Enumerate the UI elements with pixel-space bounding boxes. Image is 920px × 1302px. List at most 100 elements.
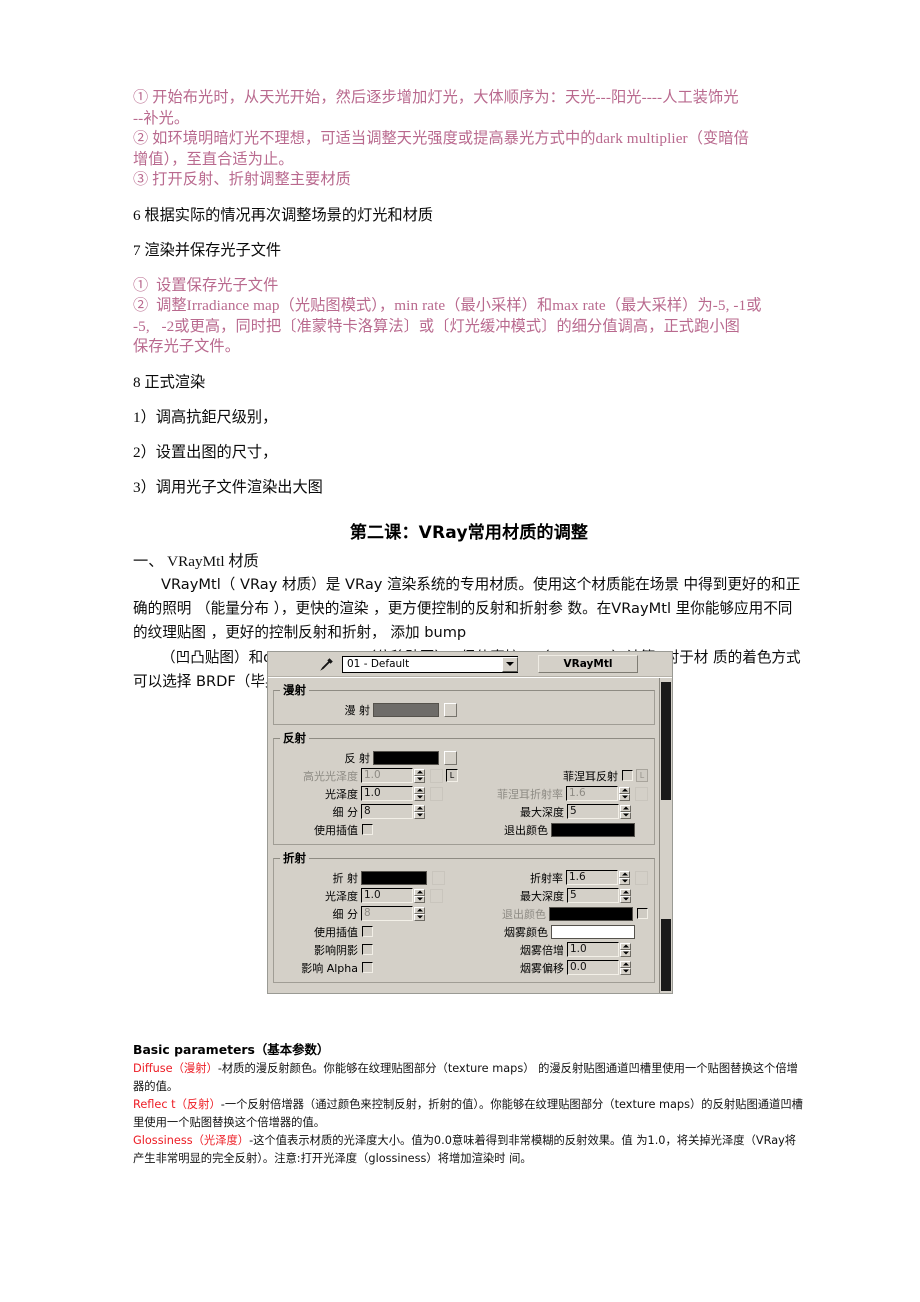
chevron-down-icon[interactable] <box>502 656 518 672</box>
scrollbar-thumb-lower[interactable] <box>661 919 671 991</box>
fog-bias-spinner[interactable]: 0.0 <box>567 960 631 975</box>
photon-note-2: ② 调整Irradiance map（光贴图模式），min rate（最小采样）… <box>133 297 762 355</box>
refract-exit-color-swatch[interactable] <box>549 906 633 921</box>
step-8: 8 正式渲染 <box>133 373 206 391</box>
fog-mult-value[interactable]: 1.0 <box>567 942 619 957</box>
reflect-color-swatch[interactable] <box>373 750 439 765</box>
refract-ior-spinner[interactable]: 1.6 <box>566 870 630 885</box>
refract-subdivs-spinner[interactable]: 8 <box>361 906 425 921</box>
material-name-value: 01 - Default <box>347 658 410 670</box>
affect-shadow-row: 影响阴影 烟雾倍增 1.0 <box>280 941 648 958</box>
vraymtl-dialog: 01 - Default VRayMtl 漫射 漫 射 反射 反 射 高光光泽度… <box>268 652 672 993</box>
fog-mult-label: 烟雾倍增 <box>520 943 564 957</box>
refract-ior-arrows[interactable] <box>619 870 630 885</box>
render-step-1: 1）调高抗鉅尺级别， <box>133 408 278 426</box>
reflect-gloss-spinner[interactable]: 1.0 <box>361 786 425 801</box>
fog-bias-arrows[interactable] <box>620 960 631 975</box>
refract-ior-value[interactable]: 1.6 <box>566 870 618 885</box>
material-toolbar: 01 - Default VRayMtl <box>268 652 672 677</box>
params-scrollbar[interactable] <box>659 678 672 993</box>
refract-maxdepth-arrows[interactable] <box>620 888 631 903</box>
reflect-interp-label: 使用插值 <box>314 823 358 837</box>
reflect-maxdepth-value[interactable]: 5 <box>567 804 619 819</box>
reflect-interp-checkbox[interactable] <box>362 824 373 835</box>
reflect-subdivs-value[interactable]: 8 <box>361 804 413 819</box>
refract-subdivs-value[interactable]: 8 <box>361 906 413 921</box>
fog-mult-arrows[interactable] <box>620 942 631 957</box>
reflect-gloss-map-button[interactable] <box>430 786 443 801</box>
top-note-1: ① 开始布光时，从天光开始，然后逐步增加灯光，大体顺序为：天光---阳光----… <box>133 89 739 127</box>
fog-bias-label: 烟雾偏移 <box>520 961 564 975</box>
refract-color-row: 折 射 折射率 1.6 <box>280 869 648 886</box>
top-note-3: ③ 打开反射、折射调整主要材质 <box>133 171 351 188</box>
hilight-gloss-spinner[interactable]: 1.0 <box>361 768 425 783</box>
refract-exit-color-checkbox[interactable] <box>637 908 648 919</box>
hilight-gloss-value[interactable]: 1.0 <box>361 768 413 783</box>
diffuse-group: 漫射 漫 射 <box>273 682 655 725</box>
diffuse-map-button[interactable] <box>444 702 457 717</box>
photon-note-1: ① 设置保存光子文件 <box>133 276 279 294</box>
diffuse-color-swatch[interactable] <box>373 702 439 717</box>
fresnel-checkbox[interactable] <box>622 770 633 781</box>
reflect-maxdepth-arrows[interactable] <box>620 804 631 819</box>
fog-bias-value[interactable]: 0.0 <box>567 960 619 975</box>
reflect-map-button[interactable] <box>444 750 457 765</box>
hilight-gloss-lock-toggle[interactable]: L <box>446 769 458 782</box>
document-body: ① 开始布光时，从天光开始，然后逐步增加灯光，大体顺序为：天光---阳光----… <box>133 88 805 694</box>
reflect-label: 反 射 <box>344 751 371 765</box>
refract-interp-checkbox[interactable] <box>362 926 373 937</box>
fog-mult-spinner[interactable]: 1.0 <box>567 942 631 957</box>
reflect-subdivs-arrows[interactable] <box>414 804 425 819</box>
reflect-exit-color-swatch[interactable] <box>551 822 635 837</box>
hilight-gloss-arrows[interactable] <box>414 768 425 783</box>
hilight-gloss-map-button[interactable] <box>430 768 443 783</box>
refract-gloss-map-button[interactable] <box>430 888 443 903</box>
refract-gloss-arrows[interactable] <box>414 888 425 903</box>
refract-label: 折 射 <box>332 871 359 885</box>
diffuse-group-legend: 漫射 <box>283 683 306 697</box>
reflect-gloss-value[interactable]: 1.0 <box>361 786 413 801</box>
refract-map-button[interactable] <box>432 870 445 885</box>
refract-gloss-spinner[interactable]: 1.0 <box>361 888 425 903</box>
diffuse-label: 漫 射 <box>344 703 371 717</box>
step-7: 7 渲染并保存光子文件 <box>133 241 282 259</box>
reflect-group-legend: 反射 <box>283 731 306 745</box>
refract-subdivs-arrows[interactable] <box>414 906 425 921</box>
fresnel-ior-spinner[interactable]: 1.6 <box>566 786 630 801</box>
affect-alpha-label: 影响 Alpha <box>301 961 358 975</box>
affect-shadow-checkbox[interactable] <box>362 944 373 955</box>
refract-maxdepth-spinner[interactable]: 5 <box>567 888 631 903</box>
affect-alpha-checkbox[interactable] <box>362 962 373 973</box>
note-glossiness: Glossiness（光泽度）-这个值表示材质的光泽度大小。值为0.0意味着得到… <box>133 1132 805 1167</box>
note-diffuse-term: Diffuse（漫射） <box>133 1062 218 1075</box>
material-type-button[interactable]: VRayMtl <box>538 655 638 673</box>
fresnel-lock-toggle[interactable]: L <box>636 769 648 782</box>
reflect-subdivs-spinner[interactable]: 8 <box>361 804 425 819</box>
refract-maxdepth-value[interactable]: 5 <box>567 888 619 903</box>
fresnel-ior-arrows[interactable] <box>619 786 630 801</box>
hilight-gloss-row: 高光光泽度 1.0 L 菲涅耳反射 L <box>280 767 648 784</box>
reflect-maxdepth-spinner[interactable]: 5 <box>567 804 631 819</box>
fresnel-ior-map-button[interactable] <box>635 786 648 801</box>
note-glossiness-term: Glossiness（光泽度） <box>133 1134 250 1147</box>
reflect-gloss-row: 光泽度 1.0 菲涅耳折射率 1.6 <box>280 785 648 802</box>
render-step-2: 2）设置出图的尺寸， <box>133 443 278 461</box>
fog-color-label: 烟雾颜色 <box>504 925 548 939</box>
reflect-gloss-arrows[interactable] <box>414 786 425 801</box>
note-reflect: Reflec t（反射）-一个反射倍增器（通过颜色来控制反射，折射的值）。你能够… <box>133 1096 805 1131</box>
intro-paragraph-text: VRayMtl（ VRay 材质）是 VRay 渲染系统的专用材质。使用这个材质… <box>133 575 801 641</box>
scrollbar-thumb-upper[interactable] <box>661 682 671 800</box>
eyedropper-icon[interactable] <box>316 655 336 673</box>
fog-color-swatch[interactable] <box>551 924 635 939</box>
refract-gloss-value[interactable]: 1.0 <box>361 888 413 903</box>
refract-ior-map-button[interactable] <box>635 870 648 885</box>
material-name-dropdown[interactable]: 01 - Default <box>342 655 518 673</box>
refract-interp-label: 使用插值 <box>314 925 358 939</box>
intro-paragraph: VRayMtl（ VRay 材质）是 VRay 渲染系统的专用材质。使用这个材质… <box>133 573 805 645</box>
refract-maxdepth-label: 最大深度 <box>520 889 564 903</box>
refract-ior-label: 折射率 <box>530 871 563 885</box>
material-params-body: 漫射 漫 射 反射 反 射 高光光泽度 1.0 L 菲涅耳反射 L 光泽度 1.… <box>268 677 672 993</box>
fresnel-ior-value[interactable]: 1.6 <box>566 786 618 801</box>
refract-color-swatch[interactable] <box>361 870 427 885</box>
fresnel-ior-label: 菲涅耳折射率 <box>497 787 563 801</box>
